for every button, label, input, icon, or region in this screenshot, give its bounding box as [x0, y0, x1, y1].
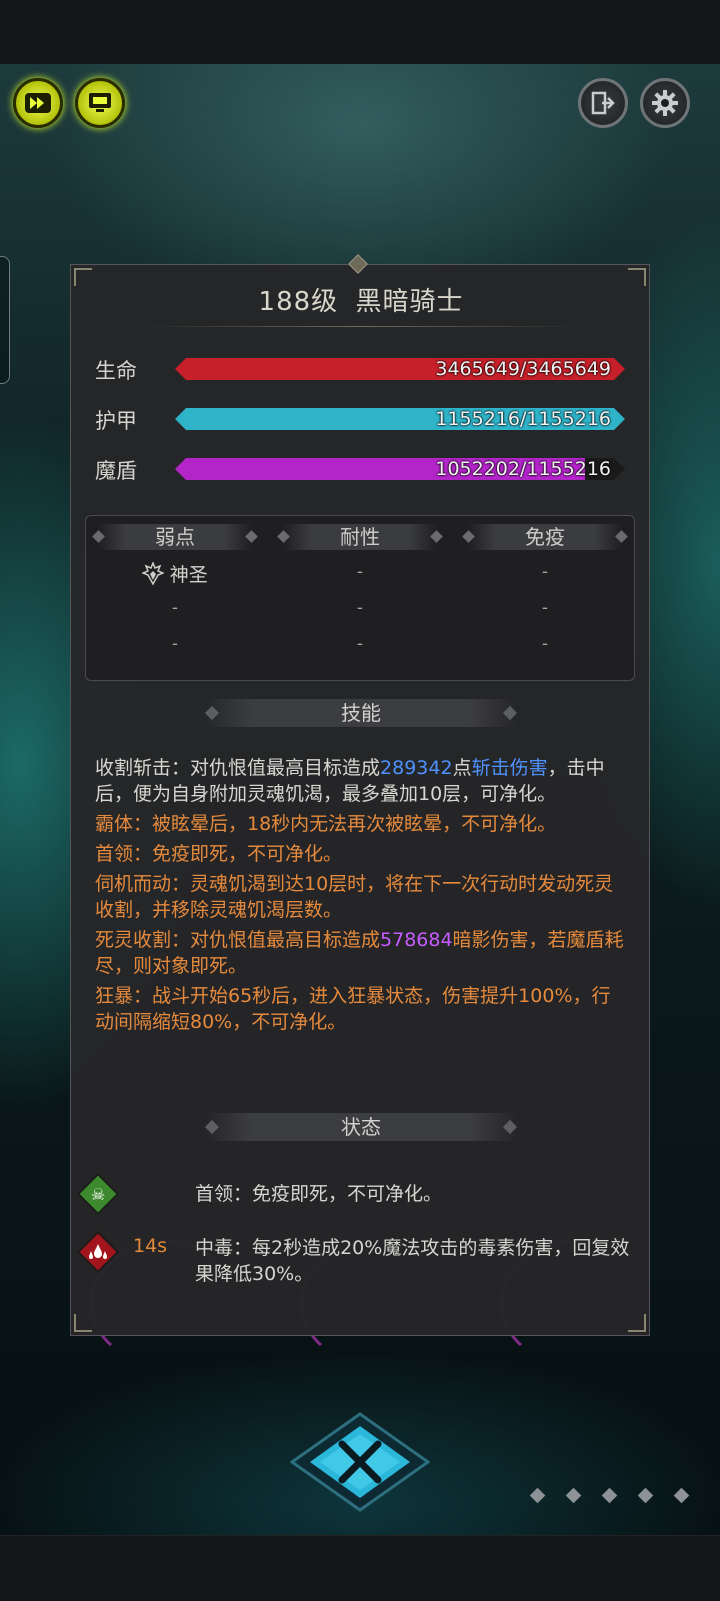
armor-value: 1155216/1155216	[435, 408, 611, 430]
gear-icon	[652, 90, 678, 116]
resistance-item: -	[356, 562, 364, 582]
boss-info-panel: 188级 黑暗骑士 生命 3465649/3465649 护甲 1155216/…	[70, 254, 651, 1336]
page-dot[interactable]	[601, 1487, 618, 1504]
immunity-header: 免疫	[460, 524, 630, 550]
status-poison-text: 中毒：每2秒造成20%魔法攻击的毒素伤害，回复效果降低30%。	[195, 1237, 630, 1285]
monitor-icon	[89, 93, 111, 112]
skill-death-reap: 死灵收割：对仇恨值最高目标造成578684暗影伤害，若魔盾耗尽，则对象即死。	[95, 929, 624, 977]
resistance-item: -	[356, 634, 364, 654]
armor-label: 护甲	[95, 409, 137, 433]
fast-forward-button[interactable]	[13, 78, 63, 128]
boss-level: 188级	[258, 287, 339, 317]
poison-drops-icon	[76, 1230, 120, 1274]
fast-forward-icon	[25, 93, 51, 113]
page-indicator	[529, 1486, 712, 1505]
shield-label: 魔盾	[95, 459, 137, 483]
skill-boss: 首领：免疫即死，不可净化。	[95, 843, 343, 865]
immunity-item: -	[541, 634, 549, 654]
top-status-bar	[0, 0, 720, 65]
hp-bar: 3465649/3465649	[175, 358, 625, 380]
hp-label: 生命	[95, 359, 137, 383]
armor-bar: 1155216/1155216	[175, 408, 625, 430]
resistance-item: -	[356, 598, 364, 618]
status-poison-timer: 14s	[133, 1235, 168, 1257]
status-header: 状态	[205, 1113, 517, 1141]
holy-icon	[141, 560, 166, 586]
page-dot[interactable]	[529, 1487, 546, 1504]
boss-title: 188级 黑暗骑士	[71, 281, 651, 318]
crossed-swords-icon	[289, 1412, 431, 1512]
skill-reaping-slash: 收割斩击：对仇恨值最高目标造成289342点斩击伤害，击中后，便为自身附加灵魂饥…	[95, 757, 605, 805]
exit-button[interactable]	[578, 78, 628, 128]
weakness-item: -	[171, 598, 179, 618]
skill-super-armor: 霸体：被眩晕后，18秒内无法再次被眩晕，不可净化。	[95, 813, 557, 835]
weakness-item: 神圣	[90, 560, 260, 587]
shield-value: 1052202/1155216	[435, 458, 611, 480]
skill-berserk: 狂暴：战斗开始65秒后，进入狂暴状态，伤害提升100%，行动间隔缩短80%，不可…	[95, 985, 611, 1033]
skill-opportunist: 伺机而动：灵魂饥渴到达10层时，将在下一次行动时发动死灵收割，并移除灵魂饥渴层数…	[95, 873, 614, 921]
status-boss-text: 首领：免疫即死，不可净化。	[195, 1183, 443, 1205]
title-divider	[141, 326, 581, 327]
boss-name: 黑暗骑士	[355, 287, 464, 317]
immunity-item: -	[541, 562, 549, 582]
settings-button[interactable]	[640, 78, 690, 128]
weakness-item: -	[171, 634, 179, 654]
skull-icon: ☠	[76, 1172, 120, 1216]
weakness-header: 弱点	[90, 524, 260, 550]
immunity-item: -	[541, 598, 549, 618]
hp-value: 3465649/3465649	[435, 358, 611, 380]
exit-door-icon	[591, 91, 615, 115]
close-button[interactable]	[289, 1412, 431, 1512]
skills-list: 收割斩击：对仇恨值最高目标造成289342点斩击伤害，击中后，便为自身附加灵魂饥…	[95, 755, 629, 1039]
bottom-nav-bar	[0, 1535, 720, 1601]
page-dot[interactable]	[637, 1487, 654, 1504]
resistance-table: 弱点 耐性 免疫 神圣 - - - - - - - -	[85, 515, 635, 681]
shield-bar: 1052202/1155216	[175, 458, 625, 480]
auto-battle-button[interactable]	[75, 78, 125, 128]
skills-header: 技能	[205, 699, 517, 727]
side-drawer-tab[interactable]	[0, 256, 10, 384]
page-dot[interactable]	[673, 1487, 690, 1504]
page-dot[interactable]	[565, 1487, 582, 1504]
resistance-header: 耐性	[275, 524, 445, 550]
